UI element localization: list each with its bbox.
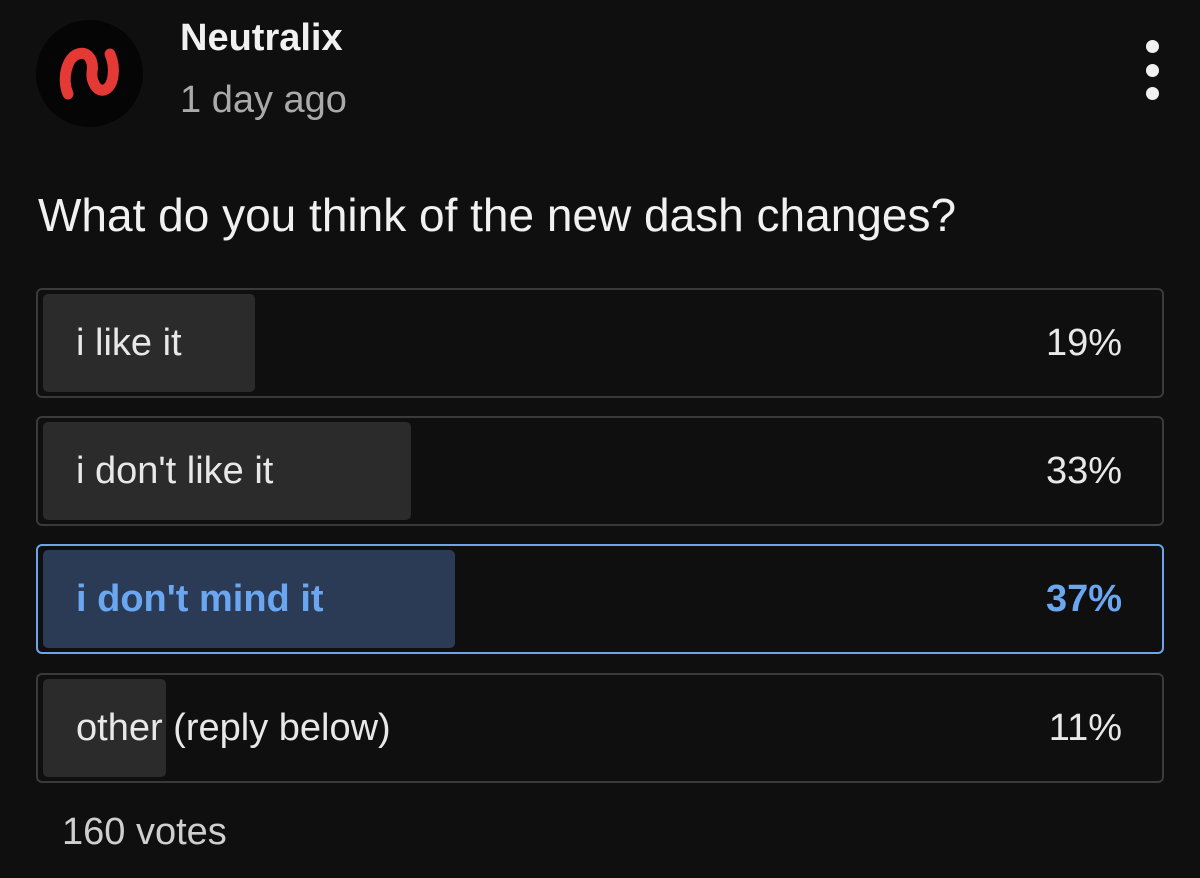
more-vertical-icon	[1145, 87, 1159, 100]
author-name[interactable]: Neutralix	[180, 16, 343, 60]
vote-count: 160 votes	[62, 811, 227, 853]
channel-avatar[interactable]	[36, 20, 143, 127]
poll-option-other[interactable]: other (reply below) 11%	[36, 673, 1164, 783]
more-vertical-icon	[1145, 40, 1159, 53]
post-header: Neutralix 1 day ago	[0, 0, 1200, 140]
poll-option-percent: 33%	[1045, 450, 1122, 492]
poll-option-label: other (reply below)	[76, 707, 391, 749]
poll-option-percent: 19%	[1045, 322, 1122, 364]
poll-option-percent: 11%	[1048, 707, 1122, 749]
neutralix-logo-icon	[59, 47, 119, 100]
poll-option-dont-like[interactable]: i don't like it 33%	[36, 416, 1164, 526]
poll-option-label: i don't mind it	[76, 578, 324, 620]
poll-option-like[interactable]: i like it 19%	[36, 288, 1164, 398]
more-vertical-icon	[1145, 63, 1159, 77]
post-timestamp: 1 day ago	[180, 79, 347, 121]
poll-option-label: i like it	[76, 322, 182, 364]
poll-option-label: i don't like it	[76, 450, 274, 492]
poll-option-percent: 37%	[1045, 578, 1122, 620]
poll-question: What do you think of the new dash change…	[38, 189, 957, 241]
more-options-button[interactable]	[1128, 40, 1176, 100]
poll-option-dont-mind[interactable]: i don't mind it 37%	[36, 544, 1164, 654]
